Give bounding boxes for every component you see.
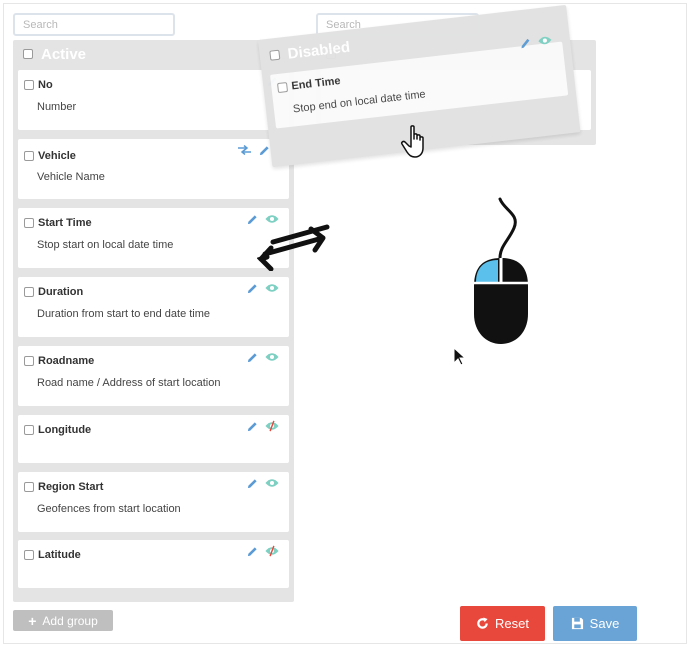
field-description: Number — [37, 101, 77, 113]
field-title: Roadname — [38, 355, 95, 367]
field-checkbox[interactable] — [24, 425, 34, 435]
eye-icon[interactable] — [537, 33, 552, 48]
swap-arrows-icon — [257, 224, 330, 271]
eye-icon[interactable] — [265, 476, 279, 490]
save-label: Save — [589, 616, 620, 631]
field-checkbox[interactable] — [24, 287, 34, 297]
pencil-icon[interactable] — [245, 350, 259, 364]
plus-icon: + — [28, 612, 37, 629]
pencil-icon[interactable] — [245, 419, 259, 433]
active-group-title: Active — [41, 45, 87, 63]
eye-icon[interactable] — [265, 350, 279, 364]
field-card-latitude[interactable]: Latitude — [18, 540, 289, 588]
pencil-icon[interactable] — [517, 35, 532, 50]
active-group-checkbox[interactable] — [23, 49, 33, 59]
field-description: Geofences from start location — [37, 503, 181, 515]
save-button[interactable]: Save — [553, 606, 637, 641]
field-card-start-time[interactable]: Start Time Stop start on local date time — [18, 208, 289, 268]
field-checkbox[interactable] — [24, 151, 34, 161]
field-description: Road name / Address of start location — [37, 377, 221, 389]
field-card-vehicle[interactable]: Vehicle Vehicle Name — [18, 139, 289, 199]
reset-label: Reset — [495, 616, 529, 631]
floppy-disk-icon — [571, 617, 583, 630]
field-description: Vehicle Name — [37, 171, 105, 183]
field-checkbox[interactable] — [24, 356, 34, 366]
field-checkbox[interactable] — [24, 550, 34, 560]
field-checkbox[interactable] — [277, 81, 289, 94]
hand-pointer-icon — [401, 125, 424, 158]
field-card-roadname[interactable]: Roadname Road name / Address of start lo… — [18, 346, 289, 406]
field-title: Duration — [38, 286, 84, 298]
field-checkbox[interactable] — [24, 218, 34, 228]
field-description: Duration from start to end date time — [37, 308, 211, 320]
field-title: Latitude — [38, 549, 81, 561]
reset-button[interactable]: Reset — [460, 606, 545, 641]
active-group: Active No Number Vehicle Vehicle Name St… — [13, 40, 294, 602]
field-title: Longitude — [38, 424, 92, 436]
field-checkbox[interactable] — [24, 482, 34, 492]
pencil-icon[interactable] — [245, 281, 259, 295]
dragged-group-checkbox[interactable] — [269, 49, 281, 61]
field-card-longitude[interactable]: Longitude — [18, 415, 289, 463]
pencil-icon[interactable] — [257, 143, 271, 157]
arrows-horizontal-icon[interactable] — [237, 143, 251, 157]
add-group-button[interactable]: + Add group — [13, 610, 113, 631]
field-title: End Time — [290, 74, 342, 93]
eye-slash-icon[interactable] — [265, 544, 279, 558]
pencil-icon[interactable] — [245, 476, 259, 490]
field-card-no[interactable]: No Number — [18, 70, 289, 130]
field-description: Stop end on local date time — [292, 88, 427, 116]
field-title: Start Time — [38, 217, 92, 229]
eye-icon[interactable] — [265, 281, 279, 295]
disabled-group-title: Disabled — [286, 38, 351, 63]
refresh-icon — [477, 617, 488, 629]
mouse-icon — [474, 197, 528, 344]
add-group-label: Add group — [42, 613, 98, 628]
arrow-cursor-icon — [453, 347, 467, 366]
pencil-icon[interactable] — [245, 544, 259, 558]
field-card-region-start[interactable]: Region Start Geofences from start locati… — [18, 472, 289, 532]
active-search-input[interactable] — [13, 13, 175, 36]
field-checkbox[interactable] — [24, 80, 34, 90]
field-card-duration[interactable]: Duration Duration from start to end date… — [18, 277, 289, 337]
field-title: Vehicle — [38, 150, 76, 162]
field-title: Region Start — [38, 481, 104, 493]
eye-slash-icon[interactable] — [265, 419, 279, 433]
field-description: Stop start on local date time — [37, 239, 174, 251]
field-title: No — [38, 79, 53, 91]
